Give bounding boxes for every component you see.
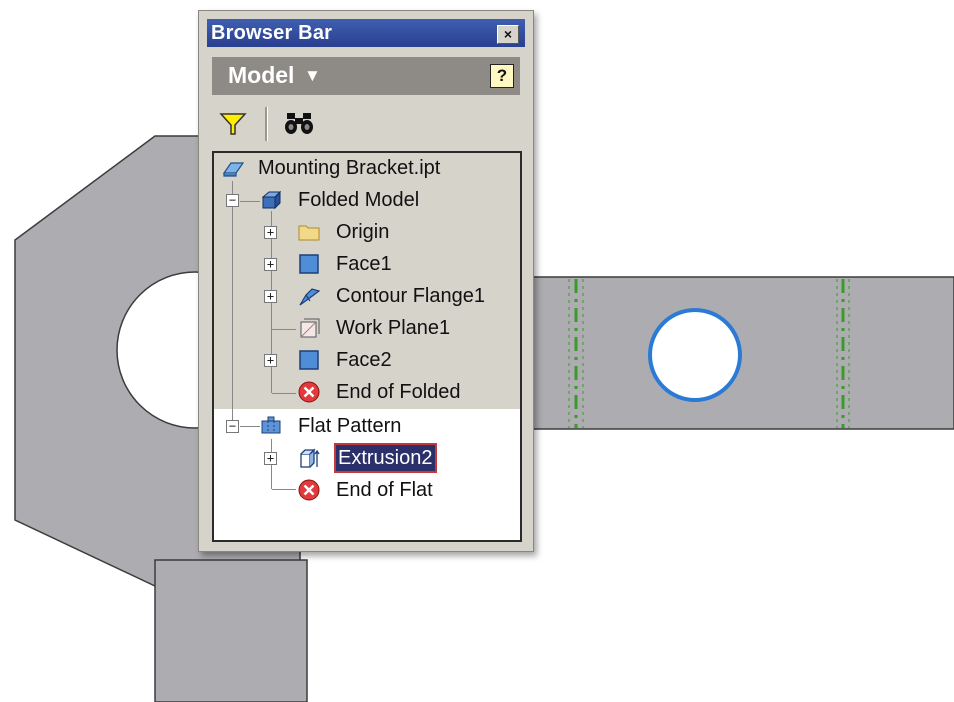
window-title: Browser Bar [211, 22, 333, 44]
filter-icon[interactable] [219, 111, 247, 137]
tree-node-label: End of Folded [336, 381, 461, 403]
tree-connector [240, 201, 260, 202]
tree-node-label: Contour Flange1 [336, 285, 485, 307]
browser-toolbar [213, 107, 513, 141]
tree-connector [232, 181, 233, 433]
flat-pattern-icon [261, 416, 281, 434]
tree-node-label: Work Plane1 [336, 317, 451, 339]
tree-node-label: Mounting Bracket.ipt [258, 157, 441, 179]
chevron-down-icon: ▼ [304, 66, 321, 85]
model-tree[interactable]: Mounting Bracket.ipt − Folded Model + Or… [212, 151, 522, 542]
tree-node-label: Face2 [336, 349, 392, 371]
tree-connector [272, 489, 296, 490]
title-bar[interactable]: Browser Bar × [207, 19, 525, 47]
face-icon [299, 254, 319, 274]
expand-toggle-icon[interactable]: + [264, 258, 277, 271]
folder-icon [298, 225, 320, 241]
work-plane-icon [300, 318, 320, 338]
expand-toggle-icon[interactable]: + [264, 354, 277, 367]
expand-toggle-icon[interactable]: + [264, 290, 277, 303]
folded-model-icon [261, 190, 282, 210]
end-of-part-icon [298, 381, 320, 403]
extrusion-icon [300, 448, 320, 468]
expand-toggle-icon[interactable]: + [264, 226, 277, 239]
tree-connector [272, 393, 296, 394]
expand-toggle-icon[interactable]: + [264, 452, 277, 465]
tree-connector [272, 329, 296, 330]
browser-bar-panel[interactable]: Browser Bar × Model ▼ ? Mounting Bracket… [198, 10, 534, 552]
collapse-toggle-icon[interactable]: − [226, 194, 239, 207]
tree-node-label-selected: Extrusion2 [334, 443, 437, 473]
tree-node-label: Flat Pattern [298, 415, 402, 437]
toolbar-separator [265, 107, 268, 141]
model-dropdown-label: Model [228, 62, 295, 88]
tree-connector [240, 426, 260, 427]
collapse-toggle-icon[interactable]: − [226, 420, 239, 433]
vertical-leg[interactable] [154, 559, 308, 702]
tree-node-label: Origin [336, 221, 390, 243]
tree-node-label: Face1 [336, 253, 392, 275]
face-icon [299, 350, 319, 370]
contour-flange-icon [299, 288, 320, 306]
end-of-part-icon [298, 479, 320, 501]
close-button[interactable]: × [497, 25, 519, 44]
find-binoculars-icon[interactable] [283, 109, 317, 137]
model-dropdown[interactable]: Model ▼ ? [212, 57, 520, 95]
tree-node-label: Folded Model [298, 189, 420, 211]
tree-node-label: End of Flat [336, 479, 433, 501]
part-icon [222, 162, 244, 177]
help-button[interactable]: ? [490, 64, 514, 88]
strip-hole[interactable] [648, 308, 742, 402]
